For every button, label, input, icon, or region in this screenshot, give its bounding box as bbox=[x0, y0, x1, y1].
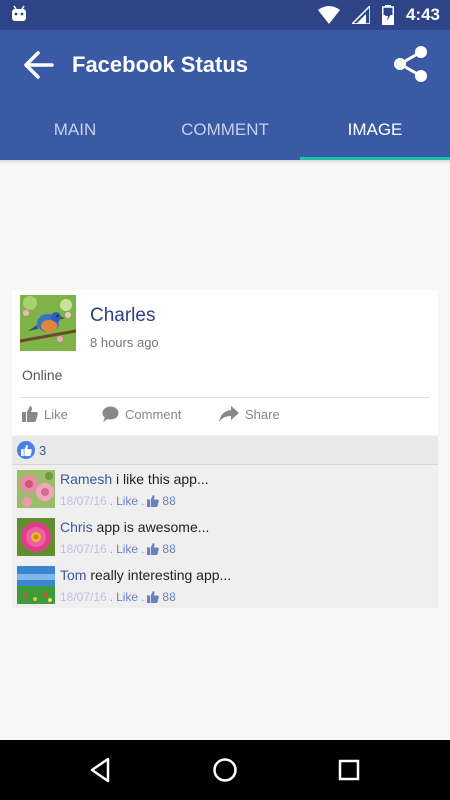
signal-icon bbox=[351, 6, 370, 24]
share-label: Share bbox=[245, 406, 280, 422]
comment-body: i like this app... bbox=[112, 471, 209, 487]
comment-author[interactable]: Chris bbox=[60, 519, 93, 535]
tab-comment[interactable]: COMMENT bbox=[150, 100, 300, 160]
bird-photo bbox=[20, 295, 76, 351]
comment-author[interactable]: Ramesh bbox=[60, 471, 112, 487]
separator: . bbox=[109, 542, 114, 556]
list-item: Chris app is awesome... 18/07/16 . Like … bbox=[12, 513, 438, 561]
back-triangle-icon[interactable] bbox=[86, 755, 116, 785]
page-title: Facebook Status bbox=[72, 52, 249, 77]
like-count: 3 bbox=[39, 442, 47, 458]
thumbs-up-badge-icon bbox=[17, 441, 35, 459]
comment-like-link[interactable]: Like bbox=[116, 542, 138, 556]
thumbs-up-icon bbox=[147, 543, 160, 555]
share-icon[interactable] bbox=[392, 45, 430, 83]
post-status-text: Online bbox=[22, 367, 63, 383]
avatar[interactable] bbox=[17, 566, 55, 604]
comment-author[interactable]: Tom bbox=[60, 567, 86, 583]
battery-icon bbox=[381, 5, 394, 25]
tab-shadow bbox=[0, 160, 450, 164]
tab-image[interactable]: IMAGE bbox=[300, 100, 450, 160]
comment-like-link[interactable]: Like bbox=[116, 494, 138, 508]
recents-square-icon[interactable] bbox=[334, 755, 364, 785]
like-button[interactable]: Like bbox=[22, 404, 68, 424]
wifi-icon bbox=[317, 6, 340, 24]
landscape-photo bbox=[17, 566, 55, 604]
thumbs-up-icon bbox=[22, 406, 38, 422]
avatar[interactable] bbox=[20, 295, 76, 351]
system-nav-bar bbox=[0, 740, 450, 800]
thumbs-up-icon bbox=[147, 495, 160, 507]
separator: . bbox=[109, 494, 114, 508]
comment-meta: 18/07/16 . Like . 88 bbox=[60, 494, 176, 508]
separator: . bbox=[141, 542, 145, 556]
status-bar: 4:43 bbox=[0, 0, 450, 30]
separator: . bbox=[141, 494, 145, 508]
comment-like-count: 88 bbox=[162, 542, 176, 556]
comment-body: really interesting app... bbox=[86, 567, 232, 583]
comment-text: Chris app is awesome... bbox=[60, 519, 209, 535]
arrow-left-icon[interactable] bbox=[22, 50, 56, 80]
home-circle-icon[interactable] bbox=[210, 755, 240, 785]
comment-text: Tom really interesting app... bbox=[60, 567, 231, 583]
comment-meta: 18/07/16 . Like . 88 bbox=[60, 542, 176, 556]
post-timestamp: 8 hours ago bbox=[90, 335, 159, 350]
separator: . bbox=[141, 590, 145, 604]
divider bbox=[20, 397, 430, 398]
comment-like-link[interactable]: Like bbox=[116, 590, 138, 604]
tab-main[interactable]: MAIN bbox=[0, 100, 150, 160]
comment-like-count: 88 bbox=[162, 590, 176, 604]
comment-text: Ramesh i like this app... bbox=[60, 471, 209, 487]
share-arrow-icon bbox=[219, 406, 239, 422]
speech-bubble-icon bbox=[102, 406, 119, 422]
comment-meta: 18/07/16 . Like . 88 bbox=[60, 590, 176, 604]
post-author-name[interactable]: Charles bbox=[90, 305, 155, 327]
share-button[interactable]: Share bbox=[219, 404, 280, 424]
daisy-photo bbox=[17, 518, 55, 556]
comment-date: 18/07/16 bbox=[60, 590, 107, 604]
thumbs-up-icon bbox=[147, 591, 160, 603]
comment-like-count: 88 bbox=[162, 494, 176, 508]
comment-date: 18/07/16 bbox=[60, 542, 107, 556]
list-item: Ramesh i like this app... 18/07/16 . Lik… bbox=[12, 465, 438, 513]
like-label: Like bbox=[44, 406, 68, 422]
comment-date: 18/07/16 bbox=[60, 494, 107, 508]
roses-photo bbox=[17, 470, 55, 508]
list-item: Tom really interesting app... 18/07/16 .… bbox=[12, 561, 438, 609]
comment-body: app is awesome... bbox=[92, 519, 210, 535]
tab-bar: MAIN COMMENT IMAGE bbox=[0, 100, 450, 160]
comment-list: Ramesh i like this app... 18/07/16 . Lik… bbox=[12, 465, 438, 608]
comment-button[interactable]: Comment bbox=[102, 404, 181, 424]
comment-label: Comment bbox=[125, 406, 182, 422]
avatar[interactable] bbox=[17, 470, 55, 508]
avatar[interactable] bbox=[17, 518, 55, 556]
clock: 4:43 bbox=[405, 5, 440, 24]
android-icon bbox=[12, 5, 26, 21]
app-bar: Facebook Status bbox=[0, 30, 450, 100]
post-card: Charles 8 hours ago Online Like Comment … bbox=[12, 290, 438, 435]
separator: . bbox=[109, 590, 114, 604]
likes-summary[interactable]: 3 bbox=[12, 436, 438, 464]
